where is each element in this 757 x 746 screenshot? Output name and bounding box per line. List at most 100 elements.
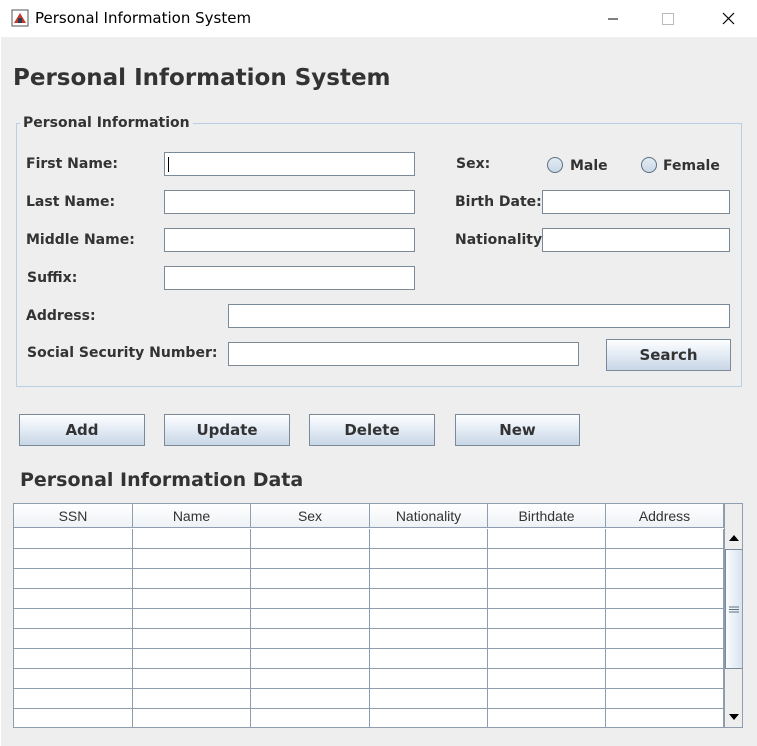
suffix-field[interactable] xyxy=(164,266,415,290)
table-row[interactable] xyxy=(14,589,724,609)
table-cell[interactable] xyxy=(133,629,251,649)
table-cell[interactable] xyxy=(606,709,724,727)
table-cell[interactable] xyxy=(488,529,606,549)
table-cell[interactable] xyxy=(251,689,370,709)
table-cell[interactable] xyxy=(370,669,488,689)
middle-name-field[interactable] xyxy=(164,228,415,252)
table-cell[interactable] xyxy=(370,549,488,569)
column-header-sex[interactable]: Sex xyxy=(251,504,370,528)
table-cell[interactable] xyxy=(606,589,724,609)
scroll-thumb[interactable] xyxy=(725,549,742,669)
table-row[interactable] xyxy=(14,709,724,727)
scroll-down-button[interactable] xyxy=(725,708,742,726)
address-field[interactable] xyxy=(228,304,730,328)
table-cell[interactable] xyxy=(251,569,370,589)
table-cell[interactable] xyxy=(488,629,606,649)
minimize-button[interactable] xyxy=(586,0,640,37)
table-cell[interactable] xyxy=(251,669,370,689)
table-cell[interactable] xyxy=(133,609,251,629)
table-cell[interactable] xyxy=(14,549,133,569)
table-cell[interactable] xyxy=(370,649,488,669)
birth-date-field[interactable] xyxy=(542,190,730,214)
table-cell[interactable] xyxy=(606,649,724,669)
male-radio-label[interactable]: Male xyxy=(570,158,608,174)
column-header-name[interactable]: Name xyxy=(133,504,251,528)
data-table[interactable]: SSN Name Sex Nationality Birthdate Addre… xyxy=(13,503,743,728)
column-header-birthdate[interactable]: Birthdate xyxy=(488,504,606,528)
table-row[interactable] xyxy=(14,529,724,549)
column-header-address[interactable]: Address xyxy=(606,504,724,528)
table-cell[interactable] xyxy=(606,689,724,709)
table-cell[interactable] xyxy=(370,569,488,589)
table-cell[interactable] xyxy=(251,589,370,609)
table-cell[interactable] xyxy=(370,629,488,649)
table-cell[interactable] xyxy=(370,709,488,727)
table-cell[interactable] xyxy=(14,649,133,669)
table-cell[interactable] xyxy=(606,609,724,629)
table-cell[interactable] xyxy=(14,629,133,649)
table-row[interactable] xyxy=(14,609,724,629)
male-radio[interactable] xyxy=(547,157,563,173)
table-row[interactable] xyxy=(14,649,724,669)
ssn-field[interactable] xyxy=(228,342,579,366)
table-cell[interactable] xyxy=(251,629,370,649)
update-button[interactable]: Update xyxy=(164,414,290,446)
table-cell[interactable] xyxy=(370,609,488,629)
table-cell[interactable] xyxy=(606,629,724,649)
table-cell[interactable] xyxy=(606,669,724,689)
table-row[interactable] xyxy=(14,569,724,589)
table-cell[interactable] xyxy=(14,589,133,609)
table-cell[interactable] xyxy=(251,649,370,669)
table-cell[interactable] xyxy=(133,689,251,709)
table-cell[interactable] xyxy=(133,669,251,689)
table-cell[interactable] xyxy=(14,669,133,689)
table-cell[interactable] xyxy=(488,649,606,669)
table-cell[interactable] xyxy=(14,609,133,629)
female-radio-label[interactable]: Female xyxy=(663,158,720,174)
column-header-nationality[interactable]: Nationality xyxy=(370,504,488,528)
search-button[interactable]: Search xyxy=(606,339,731,371)
nationality-field[interactable] xyxy=(542,228,730,252)
table-cell[interactable] xyxy=(488,589,606,609)
table-cell[interactable] xyxy=(133,589,251,609)
table-cell[interactable] xyxy=(251,709,370,727)
table-cell[interactable] xyxy=(251,609,370,629)
close-button[interactable] xyxy=(701,0,755,37)
last-name-field[interactable] xyxy=(164,190,415,214)
table-cell[interactable] xyxy=(488,549,606,569)
table-cell[interactable] xyxy=(488,709,606,727)
table-cell[interactable] xyxy=(251,529,370,549)
add-button[interactable]: Add xyxy=(19,414,145,446)
table-cell[interactable] xyxy=(370,589,488,609)
table-cell[interactable] xyxy=(606,529,724,549)
table-cell[interactable] xyxy=(14,689,133,709)
table-cell[interactable] xyxy=(14,529,133,549)
table-row[interactable] xyxy=(14,669,724,689)
table-cell[interactable] xyxy=(14,569,133,589)
first-name-field[interactable] xyxy=(164,152,415,176)
female-radio[interactable] xyxy=(641,157,657,173)
table-cell[interactable] xyxy=(133,649,251,669)
table-row[interactable] xyxy=(14,549,724,569)
delete-button[interactable]: Delete xyxy=(309,414,435,446)
vertical-scrollbar[interactable] xyxy=(724,504,742,727)
table-row[interactable] xyxy=(14,629,724,649)
table-cell[interactable] xyxy=(133,549,251,569)
maximize-button[interactable] xyxy=(641,0,695,37)
new-button[interactable]: New xyxy=(455,414,580,446)
table-cell[interactable] xyxy=(370,689,488,709)
table-cell[interactable] xyxy=(606,569,724,589)
table-cell[interactable] xyxy=(14,709,133,727)
table-cell[interactable] xyxy=(370,529,488,549)
table-cell[interactable] xyxy=(488,569,606,589)
scroll-up-button[interactable] xyxy=(725,529,742,547)
table-cell[interactable] xyxy=(488,669,606,689)
table-cell[interactable] xyxy=(488,609,606,629)
column-header-ssn[interactable]: SSN xyxy=(14,504,133,528)
table-cell[interactable] xyxy=(606,549,724,569)
table-cell[interactable] xyxy=(133,569,251,589)
table-row[interactable] xyxy=(14,689,724,709)
table-cell[interactable] xyxy=(251,549,370,569)
table-cell[interactable] xyxy=(488,689,606,709)
table-cell[interactable] xyxy=(133,529,251,549)
